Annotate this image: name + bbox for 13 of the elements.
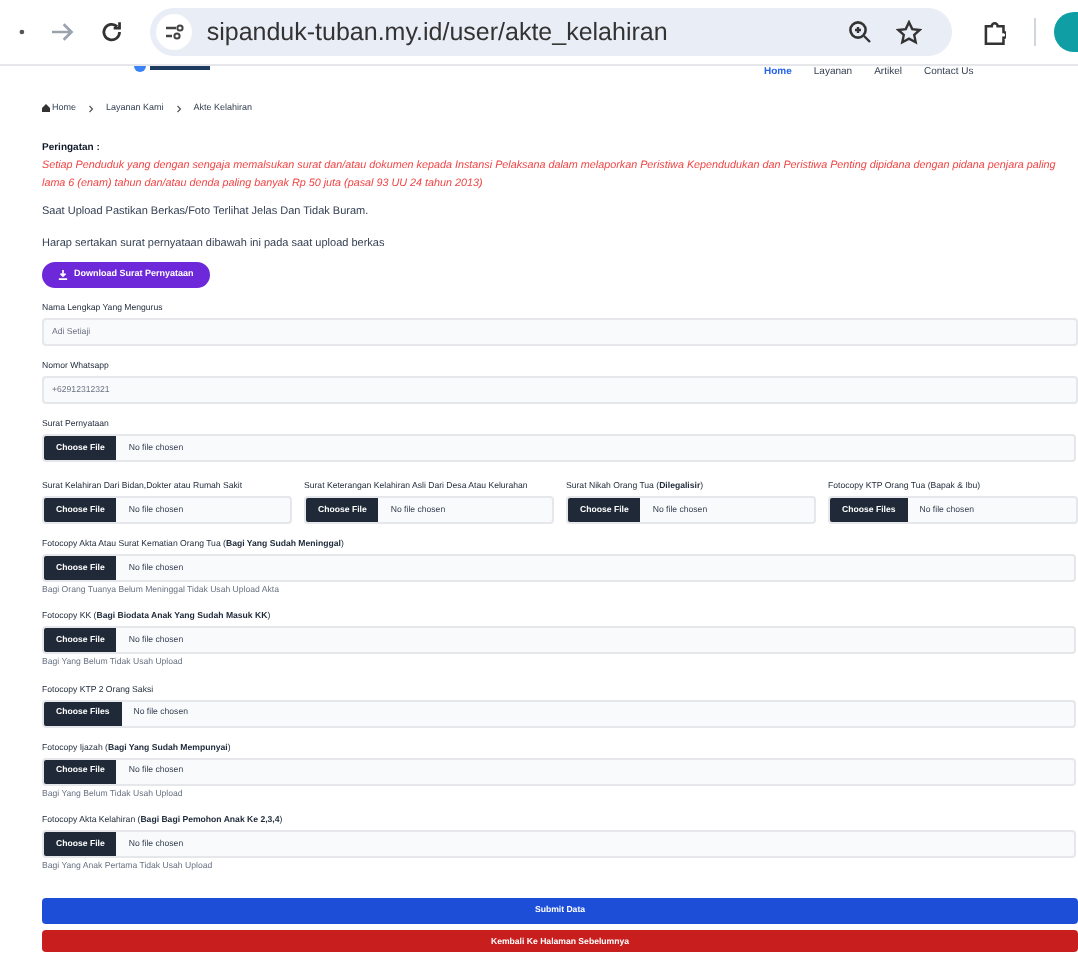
- url-text: sipanduk-tuban.my.id/user/akte_kelahiran: [206, 15, 668, 50]
- address-bar[interactable]: sipanduk-tuban.my.id/user/akte_kelahiran: [150, 8, 952, 56]
- profile-avatar[interactable]: [1054, 12, 1078, 52]
- reload-icon[interactable]: [99, 20, 123, 44]
- download-icon: [58, 269, 68, 280]
- back-icon[interactable]: [18, 28, 26, 36]
- zoom-icon[interactable]: [847, 20, 872, 44]
- site-settings-icon[interactable]: [156, 14, 193, 50]
- star-icon[interactable]: [895, 19, 922, 45]
- extensions-icon[interactable]: [981, 19, 1007, 45]
- home-icon: [42, 104, 50, 113]
- chevron-icon: [175, 103, 182, 114]
- chevron-icon: [88, 103, 95, 114]
